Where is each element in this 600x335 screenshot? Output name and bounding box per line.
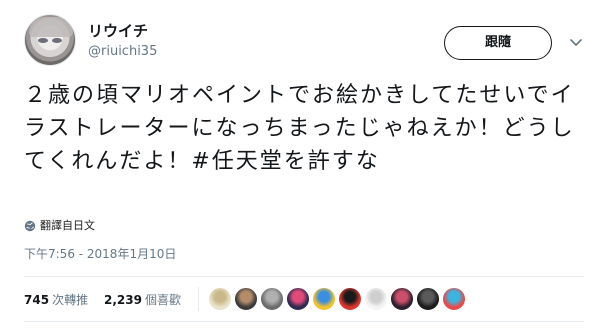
retweet-label: 次轉推 — [52, 293, 89, 307]
liker-avatar-9[interactable] — [416, 287, 440, 311]
like-label: 個喜歡 — [144, 293, 181, 307]
translate-label: 翻譯自日文 — [40, 219, 95, 232]
avatar-left-eye — [38, 38, 48, 43]
liker-avatar-4[interactable] — [286, 287, 310, 311]
chevron-down-icon[interactable] — [568, 34, 584, 50]
like-stat[interactable]: 2,239 個喜歡 — [104, 292, 181, 308]
tweet-card: リウイチ @riuichi35 跟隨 ２歳の頃マリオペイントでお絵かきしてたせい… — [0, 0, 600, 335]
avatar-right-eye — [52, 38, 62, 43]
liker-avatar-6[interactable] — [338, 287, 362, 311]
globe-icon — [24, 220, 36, 232]
user-avatar-icon[interactable] — [24, 14, 76, 66]
tweet-text: ２歳の頃マリオペイントでお絵かきしてたせいでイラストレーターになっちまったじゃね… — [24, 83, 575, 174]
liker-avatar-8[interactable] — [390, 287, 414, 311]
liker-avatar-10[interactable] — [442, 287, 466, 311]
liker-avatar-1[interactable] — [208, 287, 232, 311]
divider — [24, 321, 584, 322]
user-display-name[interactable]: リウイチ — [88, 22, 148, 40]
user-handle[interactable]: @riuichi35 — [88, 44, 157, 60]
like-count: 2,239 — [104, 293, 142, 307]
retweet-count: 745 — [24, 293, 50, 307]
liker-avatar-5[interactable] — [312, 287, 336, 311]
follow-button[interactable]: 跟隨 — [444, 26, 552, 60]
tweet-timestamp[interactable]: 下午7:56 - 2018年1月10日 — [24, 246, 176, 262]
liker-avatar-2[interactable] — [234, 287, 258, 311]
stats-divider — [198, 287, 199, 311]
retweet-stat[interactable]: 745 次轉推 — [24, 292, 88, 308]
liker-avatar-7[interactable] — [364, 287, 388, 311]
liker-avatar-3[interactable] — [260, 287, 284, 311]
avatar-hair — [29, 17, 73, 37]
divider — [24, 276, 584, 277]
